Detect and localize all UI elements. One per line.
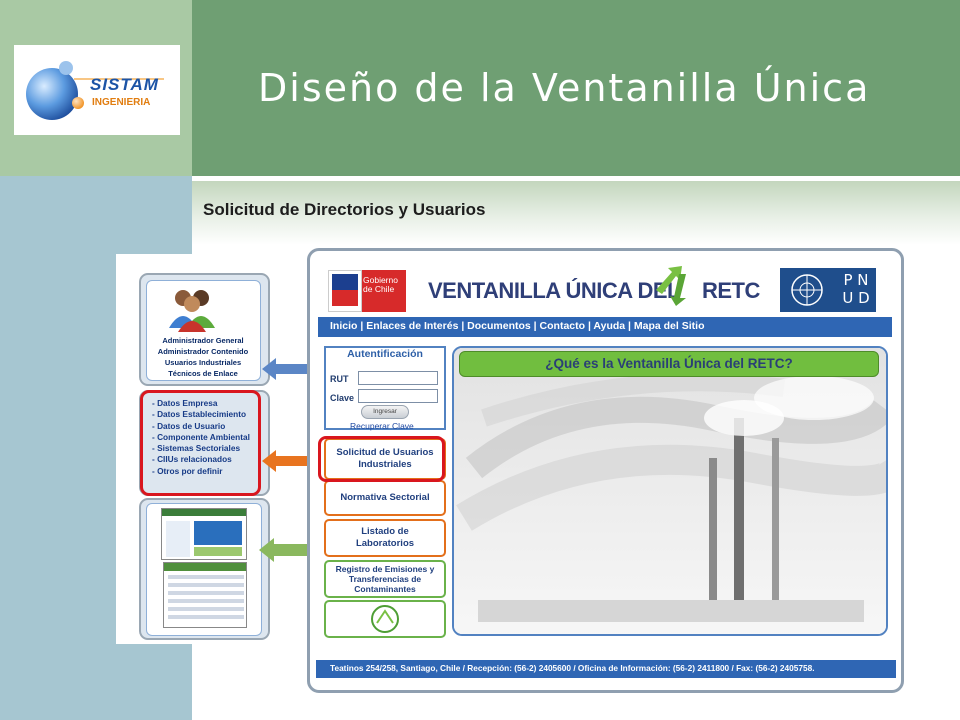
retc-arrows-icon (656, 266, 686, 306)
site-footer: Teatinos 254/258, Santiago, Chile / Rece… (316, 660, 896, 678)
banner-title-retc: RETC (701, 278, 760, 303)
un-emblem-icon (791, 274, 823, 306)
rut-label: RUT (330, 374, 349, 384)
rut-input[interactable] (358, 371, 438, 385)
logo-text-main: SISTAM (90, 75, 159, 94)
clave-input[interactable] (358, 389, 438, 403)
role-item: Técnicos de Enlace (168, 369, 238, 378)
main-content-panel (452, 346, 888, 636)
slide-subtitle: Solicitud de Directorios y Usuarios (203, 200, 486, 219)
industrial-chimneys-image (454, 348, 886, 634)
banner-title-main: VENTANILLA ÚNICA DEL (428, 278, 680, 303)
question-title: ¿Qué es la Ventanilla Única del RETC? (545, 356, 793, 371)
fields-highlight (140, 390, 261, 496)
registro-emisiones-button[interactable]: Registro de Emisiones y Transferencias d… (324, 560, 446, 598)
gobierno-chile-text: Gobierno de Chile (363, 276, 398, 294)
arrow-left-green-icon (259, 538, 307, 562)
pnud-letters: P N U D (842, 271, 870, 307)
recuperar-clave-link[interactable]: Recuperar Clave (350, 421, 414, 431)
site-banner-title: VENTANILLA ÚNICA DEL RETC (428, 278, 760, 304)
users-icon (169, 290, 215, 332)
mini-screenshot-form (163, 562, 247, 628)
role-item: Administrador Contenido (157, 347, 249, 356)
gov-text-line: de Chile (363, 284, 395, 294)
retc-seal-icon (371, 605, 399, 633)
site-nav-bar[interactable]: Inicio | Enlaces de Interés | Documentos… (318, 317, 892, 337)
role-item: Administrador General (162, 336, 244, 345)
arrow-left-blue-icon (262, 358, 308, 380)
roles-list: Administrador General Administrador Cont… (150, 335, 256, 379)
auth-title: Autentificación (347, 348, 423, 360)
mini-screenshot-home (161, 508, 247, 560)
sistam-logo: SISTAM INGENIERIA (14, 45, 180, 135)
role-item: Usuarios Industriales (164, 358, 242, 367)
clave-label: Clave (330, 393, 355, 403)
logo-text-sub: INGENIERIA (92, 97, 151, 108)
slide-title: Diseño de la Ventanilla Única (258, 66, 871, 110)
content-gray-bar (478, 600, 864, 622)
solicitud-highlight (318, 436, 445, 482)
arrow-left-orange-icon (262, 450, 308, 472)
normativa-sectorial-button[interactable]: Normativa Sectorial (324, 480, 446, 516)
retc-seal-button[interactable] (324, 600, 446, 638)
listado-laboratorios-button[interactable]: Listado de Laboratorios (324, 519, 446, 557)
ingresar-button[interactable]: Ingresar (361, 405, 409, 419)
